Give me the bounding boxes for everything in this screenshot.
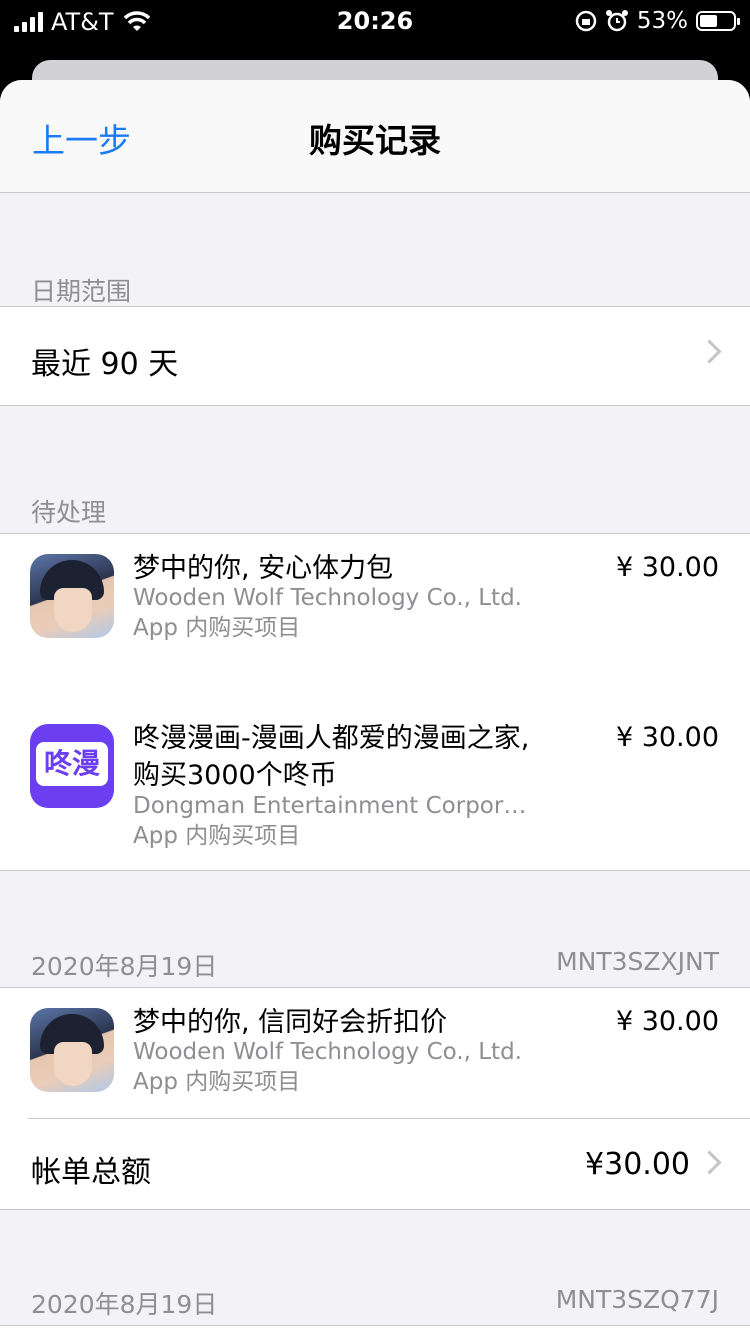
- order-id: MNT3SZQ77J: [555, 1285, 719, 1314]
- item-developer: Wooden Wolf Technology Co., Ltd.: [133, 1039, 522, 1065]
- pending-item-1[interactable]: 梦中的你, 安心体力包 Wooden Wolf Technology Co., …: [0, 534, 750, 704]
- item-type: App 内购买项目: [133, 823, 301, 849]
- item-developer: Dongman Entertainment Corpora...: [133, 793, 533, 819]
- order-date: 2020年8月19日: [31, 1290, 218, 1319]
- dongman-app-icon: 咚漫: [30, 724, 114, 808]
- order-group: 梦中的你, 信同好会折扣价 Wooden Wolf Technology Co.…: [0, 987, 750, 1210]
- item-price: ¥ 30.00: [615, 722, 719, 753]
- battery-icon: [696, 11, 740, 31]
- pending-group: 梦中的你, 安心体力包 Wooden Wolf Technology Co., …: [0, 533, 750, 871]
- item-title: 梦中的你, 安心体力包: [133, 553, 394, 584]
- order-group: [0, 1325, 750, 1334]
- bill-total-label: 帐单总额: [31, 1155, 151, 1190]
- navigation-bar: 上一步 购买记录: [0, 80, 750, 193]
- item-type: App 内购买项目: [133, 615, 301, 641]
- page-title: 购买记录: [309, 121, 441, 160]
- anime-character-icon: [30, 554, 114, 638]
- bill-total-value: ¥30.00: [585, 1147, 690, 1182]
- item-title: 梦中的你, 信同好会折扣价: [133, 1007, 448, 1038]
- date-range-group: 最近 90 天: [0, 306, 750, 406]
- item-developer: Wooden Wolf Technology Co., Ltd.: [133, 585, 522, 611]
- item-price: ¥ 30.00: [615, 1006, 719, 1037]
- bill-total-row[interactable]: 帐单总额 ¥30.00: [0, 1119, 750, 1209]
- orientation-lock-icon: [575, 10, 597, 32]
- item-price: ¥ 30.00: [615, 552, 719, 583]
- order-date: 2020年8月19日: [31, 952, 218, 981]
- alarm-icon: [605, 10, 628, 32]
- status-bar: AT&T 20:26 53%: [0, 0, 750, 44]
- order-item[interactable]: 梦中的你, 信同好会折扣价 Wooden Wolf Technology Co.…: [0, 988, 750, 1118]
- battery-percent: 53%: [636, 8, 688, 34]
- purchase-history-sheet: 上一步 购买记录 日期范围 最近 90 天 待处理 梦中的你, 安心体力包 Wo…: [0, 80, 750, 1334]
- anime-character-icon: [30, 1008, 114, 1092]
- date-range-value: 最近 90 天: [31, 347, 179, 382]
- pending-item-2[interactable]: 咚漫 咚漫漫画-漫画人都爱的漫画之家, 购买3000个咚币 Dongman En…: [0, 704, 750, 870]
- chevron-right-icon: [697, 339, 722, 364]
- date-range-row[interactable]: 最近 90 天: [0, 307, 750, 405]
- item-type: App 内购买项目: [133, 1069, 301, 1095]
- chevron-right-icon: [697, 1150, 722, 1175]
- order-id: MNT3SZXJNT: [556, 947, 719, 976]
- item-title: 咚漫漫画-漫画人都爱的漫画之家, 购买3000个咚币: [133, 723, 530, 791]
